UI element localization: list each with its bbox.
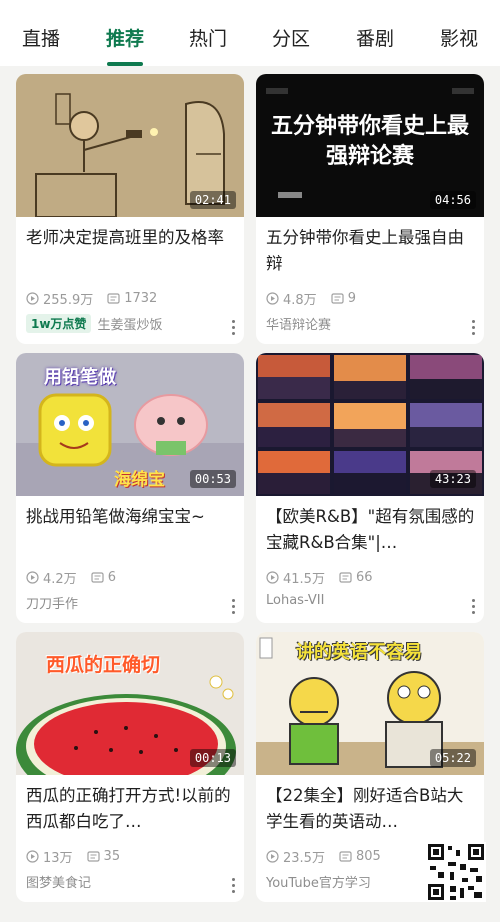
author-name[interactable]: 刀刀手作 xyxy=(26,593,78,612)
tab-hot[interactable]: 热门 xyxy=(189,24,227,51)
video-title[interactable]: 【22集全】刚好适合B站大学生看的英语动… xyxy=(266,783,476,835)
author-name[interactable]: YouTube官方学习 xyxy=(266,872,371,891)
author-name[interactable]: 生姜蛋炒饭 xyxy=(97,314,162,333)
video-stats: 4.2万 6 xyxy=(26,568,116,587)
view-count: 23.5万 xyxy=(283,851,325,866)
thumbnail-caption: 西瓜的正确切 xyxy=(46,654,161,676)
video-stats: 255.9万 1732 xyxy=(26,289,157,308)
play-count-icon xyxy=(26,571,39,584)
video-card[interactable]: 02:41 老师决定提高班里的及格率 255.9万 1732 1w万点赞 生姜蛋… xyxy=(16,74,244,344)
video-thumbnail[interactable]: 43:23 xyxy=(256,353,484,496)
video-title[interactable]: 五分钟带你看史上最强自由辩 xyxy=(266,225,476,277)
tab-recommend[interactable]: 推荐 xyxy=(106,24,144,51)
likes-badge: 1w万点赞 xyxy=(26,314,92,333)
video-stats: 23.5万 805 xyxy=(266,847,381,866)
danmaku-count: 35 xyxy=(103,849,121,864)
video-card[interactable]: 五分钟带你看史上最强辩论赛 04:56 五分钟带你看史上最强自由辩 4.8万 9… xyxy=(256,74,484,344)
view-count: 4.2万 xyxy=(43,572,77,587)
video-thumbnail[interactable]: 用铅笔做 海绵宝 00:53 xyxy=(16,353,244,496)
thumbnail-caption-top: 用铅笔做 xyxy=(44,367,116,388)
video-card[interactable]: 43:23 【欧美R&B】"超有氛围感的宝藏R&B合集"|… 41.5万 66 … xyxy=(256,353,484,623)
author-name[interactable]: Lohas-VII xyxy=(266,593,324,608)
danmaku-icon xyxy=(86,851,100,862)
author-name[interactable]: 华语辩论赛 xyxy=(266,314,331,333)
play-count-icon xyxy=(266,571,279,584)
video-duration: 00:53 xyxy=(189,470,236,488)
tab-movies[interactable]: 影视 xyxy=(440,24,478,51)
tab-anime[interactable]: 番剧 xyxy=(356,24,394,51)
more-options-icon[interactable] xyxy=(232,878,236,894)
video-duration: 02:41 xyxy=(189,191,236,209)
author-name[interactable]: 图梦美食记 xyxy=(26,872,91,891)
view-count: 13万 xyxy=(43,851,73,866)
play-count-icon xyxy=(26,850,39,863)
danmaku-icon xyxy=(91,572,104,583)
danmaku-count: 6 xyxy=(107,570,116,585)
danmaku-icon xyxy=(107,293,120,304)
view-count: 41.5万 xyxy=(283,572,325,587)
danmaku-count: 9 xyxy=(347,291,356,306)
video-duration: 04:56 xyxy=(429,191,476,209)
qr-code-icon xyxy=(426,842,486,902)
thumbnail-caption-bottom: 海绵宝 xyxy=(114,470,165,490)
more-options-icon[interactable] xyxy=(232,320,236,336)
video-title[interactable]: 老师决定提高班里的及格率 xyxy=(26,225,236,277)
video-title[interactable]: 西瓜的正确打开方式!以前的西瓜都白吃了… xyxy=(26,783,236,835)
video-duration: 00:13 xyxy=(189,749,236,767)
danmaku-count: 66 xyxy=(355,570,373,585)
danmaku-icon xyxy=(331,293,344,304)
video-thumbnail[interactable]: 西瓜的正确切 00:13 xyxy=(16,632,244,775)
video-feed[interactable]: 02:41 老师决定提高班里的及格率 255.9万 1732 1w万点赞 生姜蛋… xyxy=(0,66,500,922)
more-options-icon[interactable] xyxy=(472,599,476,615)
danmaku-icon xyxy=(339,851,352,862)
video-duration: 43:23 xyxy=(429,470,476,488)
tab-categories[interactable]: 分区 xyxy=(272,24,310,51)
view-count: 4.8万 xyxy=(283,293,317,308)
danmaku-icon xyxy=(339,572,352,583)
more-options-icon[interactable] xyxy=(472,320,476,336)
author-row: 1w万点赞 生姜蛋炒饭 xyxy=(26,314,236,333)
danmaku-count: 805 xyxy=(355,849,381,864)
video-stats: 4.8万 9 xyxy=(266,289,356,308)
play-count-icon xyxy=(266,850,279,863)
thumbnail-caption: 讲的英语不容易 xyxy=(296,642,422,663)
author-row: 华语辩论赛 xyxy=(266,314,476,333)
video-card[interactable]: 西瓜的正确切 00:13 西瓜的正确打开方式!以前的西瓜都白吃了… 13万 35… xyxy=(16,632,244,902)
video-title[interactable]: 【欧美R&B】"超有氛围感的宝藏R&B合集"|… xyxy=(266,504,476,556)
view-count: 255.9万 xyxy=(43,293,94,308)
author-row: 刀刀手作 xyxy=(26,593,236,612)
danmaku-count: 1732 xyxy=(124,291,158,306)
video-stats: 13万 35 xyxy=(26,847,120,866)
video-title[interactable]: 挑战用铅笔做海绵宝宝~ xyxy=(26,504,236,556)
video-card[interactable]: 用铅笔做 海绵宝 00:53 挑战用铅笔做海绵宝宝~ 4.2万 6 刀刀手作 xyxy=(16,353,244,623)
author-row: 图梦美食记 xyxy=(26,872,236,891)
more-options-icon[interactable] xyxy=(232,599,236,615)
top-tab-bar: 直播 推荐 热门 分区 番剧 影视 xyxy=(0,0,500,66)
play-count-icon xyxy=(26,292,39,305)
thumbnail-caption: 五分钟带你看史上最强辩论赛 xyxy=(270,114,469,169)
video-thumbnail[interactable]: 讲的英语不容易 05:22 xyxy=(256,632,484,775)
author-row: Lohas-VII xyxy=(266,593,476,608)
tab-live[interactable]: 直播 xyxy=(22,24,60,51)
video-thumbnail[interactable]: 五分钟带你看史上最强辩论赛 04:56 xyxy=(256,74,484,217)
video-stats: 41.5万 66 xyxy=(266,568,373,587)
video-duration: 05:22 xyxy=(429,749,476,767)
video-thumbnail[interactable]: 02:41 xyxy=(16,74,244,217)
play-count-icon xyxy=(266,292,279,305)
